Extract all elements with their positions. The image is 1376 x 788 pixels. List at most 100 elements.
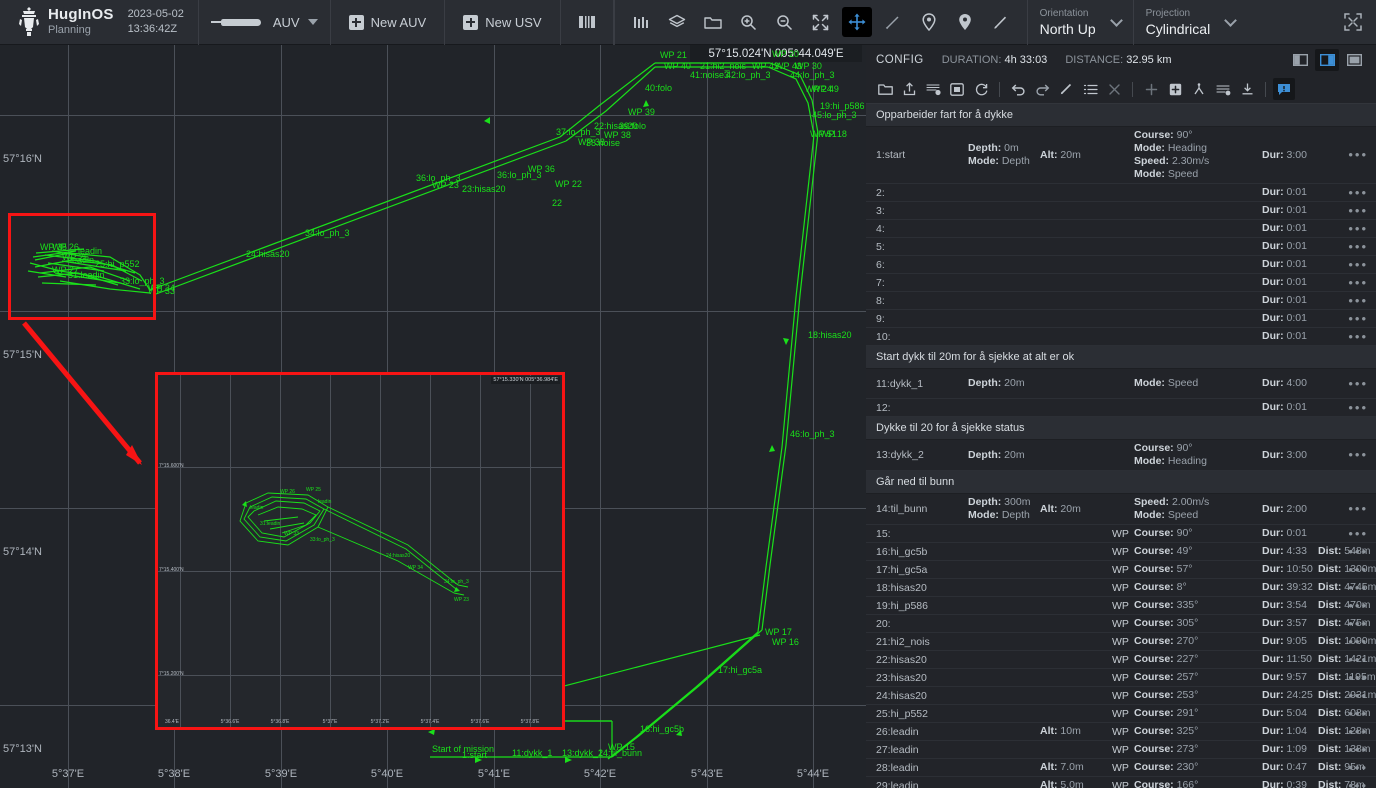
config-row[interactable]: 9:Dur: 0:01••• <box>866 310 1376 328</box>
row-menu-button[interactable]: ••• <box>1348 583 1368 593</box>
row-menu-button[interactable]: ••• <box>1348 601 1368 611</box>
config-row[interactable]: 4:Dur: 0:01••• <box>866 220 1376 238</box>
layout-right-icon[interactable] <box>1315 49 1339 71</box>
auv-dropdown[interactable]: AUV <box>207 15 322 30</box>
row-menu-button[interactable]: ••• <box>1348 565 1368 575</box>
new-auv-segment[interactable]: New AUV <box>331 0 446 45</box>
config-row[interactable]: 8:Dur: 0:01••• <box>866 292 1376 310</box>
row-menu-button[interactable]: ••• <box>1348 763 1368 773</box>
split-view-segment[interactable] <box>561 0 614 45</box>
row-menu-button[interactable]: ••• <box>1348 637 1368 647</box>
map-canvas[interactable]: 57°16'N 57°15'N 57°14'N 57°13'N 5°37'E 5… <box>0 45 866 788</box>
row-menu-button[interactable]: ••• <box>1348 547 1368 557</box>
fit-screen-icon[interactable] <box>806 7 836 37</box>
config-row[interactable]: 27:leadinWPCourse: 273°Dur: 1:09Dist: 13… <box>866 741 1376 759</box>
pencil-icon[interactable] <box>986 7 1016 37</box>
config-row[interactable]: 25:hi_p552WPCourse: 291°Dur: 5:04Dist: 6… <box>866 705 1376 723</box>
config-row[interactable]: 13:dykk_2Depth: 20mCourse: 90°Mode: Head… <box>866 440 1376 471</box>
ruler-icon[interactable] <box>878 7 908 37</box>
config-row[interactable]: 23:hisas20WPCourse: 257°Dur: 9:57Dist: 1… <box>866 669 1376 687</box>
row-menu-button[interactable]: ••• <box>1348 150 1368 160</box>
config-row[interactable]: 18:hisas20WPCourse: 8°Dur: 39:32Dist: 47… <box>866 579 1376 597</box>
config-row[interactable]: 3:Dur: 0:01••• <box>866 202 1376 220</box>
undo-icon[interactable] <box>1007 78 1029 100</box>
config-row[interactable]: 15:WPCourse: 90°Dur: 0:01••• <box>866 525 1376 543</box>
vehicle-select-segment[interactable]: AUV <box>199 0 331 45</box>
config-row[interactable]: 10:Dur: 0:01CxCPowerOn••• <box>866 328 1376 346</box>
new-usv-segment[interactable]: New USV <box>445 0 560 45</box>
config-row[interactable]: 28:leadinAlt: 7.0mWPCourse: 230°Dur: 0:4… <box>866 759 1376 777</box>
detail-inset-view[interactable]: 57°15.330'N 005°36.984'E 7°15.600'N 7°15… <box>155 372 565 730</box>
config-row[interactable]: 5:Dur: 0:01••• <box>866 238 1376 256</box>
row-menu-button[interactable]: ••• <box>1348 781 1368 788</box>
download-icon[interactable] <box>1236 78 1258 100</box>
row-menu-button[interactable]: ••• <box>1348 691 1368 701</box>
row-menu-button[interactable]: ••• <box>1348 206 1368 216</box>
zoom-out-icon[interactable] <box>770 7 800 37</box>
rows-settings-icon[interactable] <box>1212 78 1234 100</box>
layout-left-icon[interactable] <box>1288 49 1312 71</box>
add-box-icon[interactable] <box>1164 78 1186 100</box>
export-icon[interactable] <box>898 78 920 100</box>
config-row[interactable]: 26:leadinAlt: 10mWPCourse: 325°Dur: 1:04… <box>866 723 1376 741</box>
info-flag-icon[interactable] <box>1273 78 1295 100</box>
new-usv-button[interactable]: New USV <box>453 0 551 45</box>
row-menu-button[interactable]: ••• <box>1348 450 1368 460</box>
config-row-table[interactable]: Opparbeider fart for å dykke1:startDepth… <box>866 103 1376 788</box>
layers-icon[interactable] <box>662 7 692 37</box>
row-menu-button[interactable]: ••• <box>1348 224 1368 234</box>
split-view-icon[interactable] <box>572 7 602 37</box>
row-menu-button[interactable]: ••• <box>1348 260 1368 270</box>
edit-icon[interactable] <box>1055 78 1077 100</box>
insert-row-icon[interactable] <box>922 78 944 100</box>
row-menu-button[interactable]: ••• <box>1348 188 1368 198</box>
config-row[interactable]: 20:WPCourse: 305°Dur: 3:57Dist: 475m••• <box>866 615 1376 633</box>
list-icon[interactable] <box>1079 78 1101 100</box>
row-menu-button[interactable]: ••• <box>1348 278 1368 288</box>
config-row[interactable]: 12:Dur: 0:01••• <box>866 399 1376 417</box>
projection-dropdown[interactable]: Projection Cylindrical <box>1146 7 1236 38</box>
config-row[interactable]: 22:hisas20WPCourse: 227°Dur: 11:50Dist: … <box>866 651 1376 669</box>
config-row[interactable]: 16:hi_gc5bWPCourse: 49°Dur: 4:33Dist: 54… <box>866 543 1376 561</box>
bar-chart-icon[interactable] <box>626 7 656 37</box>
config-row[interactable]: 24:hisas20WPCourse: 253°Dur: 24:25Dist: … <box>866 687 1376 705</box>
pin-outline-icon[interactable] <box>914 7 944 37</box>
pin-filled-icon[interactable] <box>950 7 980 37</box>
redo-icon[interactable] <box>1031 78 1053 100</box>
row-menu-button[interactable]: ••• <box>1348 655 1368 665</box>
config-row[interactable]: 1:startDepth: 0mMode: DepthAlt: 20mCours… <box>866 127 1376 184</box>
row-menu-button[interactable]: ••• <box>1348 709 1368 719</box>
folder-icon[interactable] <box>698 7 728 37</box>
row-menu-button[interactable]: ••• <box>1348 504 1368 514</box>
zoom-in-icon[interactable] <box>734 7 764 37</box>
delete-icon[interactable] <box>1103 78 1125 100</box>
config-row[interactable]: 17:hi_gc5aWPCourse: 57°Dur: 10:50Dist: 1… <box>866 561 1376 579</box>
config-row[interactable]: 2:Dur: 0:01EMPowerOn••• <box>866 184 1376 202</box>
row-menu-button[interactable]: ••• <box>1348 745 1368 755</box>
config-row[interactable]: 14:til_bunnDepth: 300mMode: DepthAlt: 20… <box>866 494 1376 525</box>
map-tools-segment[interactable] <box>614 0 1027 45</box>
add-icon[interactable] <box>1140 78 1162 100</box>
new-auv-button[interactable]: New AUV <box>339 0 437 45</box>
folder-open-icon[interactable] <box>874 78 896 100</box>
row-menu-button[interactable]: ••• <box>1348 727 1368 737</box>
config-row[interactable]: 29:leadinAlt: 5.0mWPCourse: 166°Dur: 0:3… <box>866 777 1376 788</box>
row-menu-button[interactable]: ••• <box>1348 314 1368 324</box>
row-menu-button[interactable]: ••• <box>1348 242 1368 252</box>
orientation-dropdown[interactable]: Orientation North Up <box>1040 7 1121 38</box>
row-menu-button[interactable]: ••• <box>1348 673 1368 683</box>
row-menu-button[interactable]: ••• <box>1348 332 1368 342</box>
row-menu-button[interactable]: ••• <box>1348 296 1368 306</box>
expand-corners-icon[interactable] <box>1340 9 1366 35</box>
config-row[interactable]: 6:Dur: 0:01••• <box>866 256 1376 274</box>
archive-icon[interactable] <box>946 78 968 100</box>
config-row[interactable]: 7:Dur: 0:01••• <box>866 274 1376 292</box>
refresh-icon[interactable] <box>970 78 992 100</box>
row-menu-button[interactable]: ••• <box>1348 403 1368 413</box>
config-row[interactable]: 21:hi2_noisWPCourse: 270°Dur: 9:05Dist: … <box>866 633 1376 651</box>
config-row[interactable]: 19:hi_p586WPCourse: 335°Dur: 3:54Dist: 4… <box>866 597 1376 615</box>
layout-full-icon[interactable] <box>1342 49 1366 71</box>
row-menu-button[interactable]: ••• <box>1348 619 1368 629</box>
pan-move-icon[interactable] <box>842 7 872 37</box>
row-menu-button[interactable]: ••• <box>1348 379 1368 389</box>
